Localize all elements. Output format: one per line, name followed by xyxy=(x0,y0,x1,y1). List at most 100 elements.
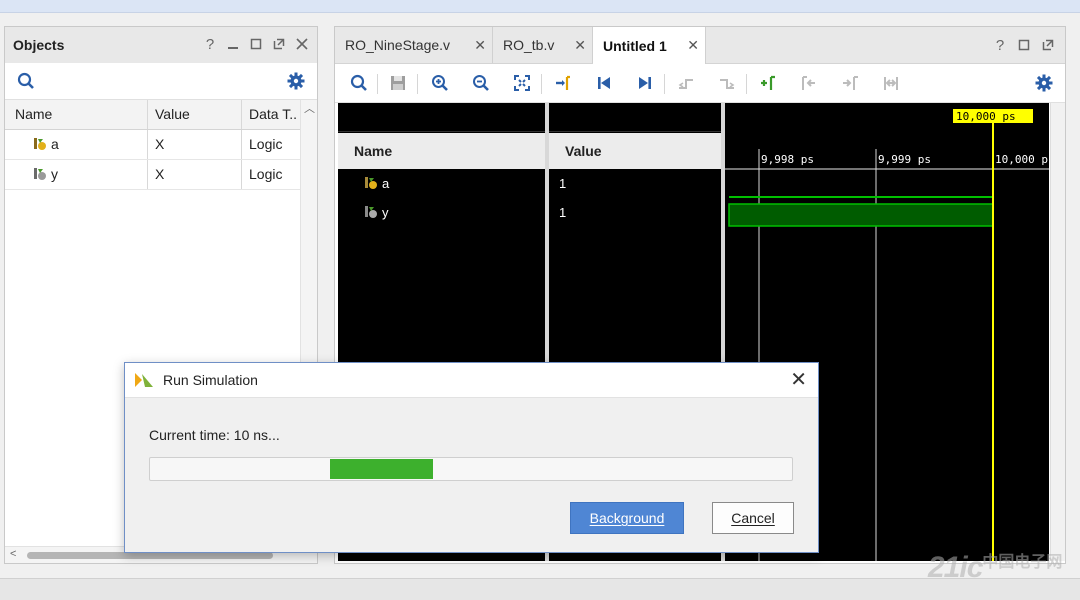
dialog-title-bar[interactable]: Run Simulation ✕ xyxy=(125,363,818,398)
object-name-cell: y xyxy=(33,166,58,182)
signal-value: 1 xyxy=(559,176,567,191)
column-separator[interactable] xyxy=(241,100,242,129)
cancel-button-label: Cancel xyxy=(731,510,775,526)
maximize-icon[interactable] xyxy=(249,35,263,53)
toolbar-separator xyxy=(746,74,747,94)
swap-cursors-icon[interactable] xyxy=(880,73,902,93)
scrollbar-thumb[interactable] xyxy=(27,552,273,559)
next-marker-icon[interactable] xyxy=(839,73,861,93)
waveform-vertical-scrollbar[interactable] xyxy=(1050,103,1065,561)
column-separator[interactable] xyxy=(147,100,148,129)
objects-toolbar xyxy=(5,63,317,100)
go-to-cursor-icon[interactable] xyxy=(552,73,574,93)
cancel-button[interactable]: Cancel xyxy=(712,502,794,534)
background-button[interactable]: Background xyxy=(570,502,684,534)
progress-fill xyxy=(330,459,433,479)
signal-y-waveform[interactable] xyxy=(728,203,994,227)
gear-icon[interactable] xyxy=(287,72,305,93)
objects-table-header: Name Value Data T.. xyxy=(5,100,301,130)
close-icon[interactable]: ✕ xyxy=(574,37,586,54)
signal-row[interactable]: a xyxy=(364,176,389,191)
object-name: a xyxy=(51,136,59,152)
simulation-status: Current time: 10 ns... xyxy=(149,427,280,443)
go-to-start-icon[interactable] xyxy=(593,73,615,93)
object-value: X xyxy=(155,166,165,182)
help-icon[interactable]: ? xyxy=(203,35,217,53)
objects-table: Name Value Data T.. a X Logic y X Logic xyxy=(5,100,301,190)
output-signal-icon xyxy=(34,168,46,180)
signal-row[interactable]: y xyxy=(364,205,389,220)
table-row[interactable]: y X Logic xyxy=(5,160,301,190)
tab-ro-ninestage[interactable]: RO_NineStage.v ✕ xyxy=(335,27,493,63)
waveform-toolbar xyxy=(335,64,1065,103)
column-header-name[interactable]: Name xyxy=(15,106,52,122)
value-column-header[interactable]: Value xyxy=(549,133,721,169)
previous-marker-icon[interactable] xyxy=(798,73,820,93)
input-signal-icon xyxy=(34,138,46,150)
scroll-up-icon[interactable]: ︿ xyxy=(304,100,315,116)
zoom-in-icon[interactable] xyxy=(429,73,451,93)
time-tick-label: 9,998 ps xyxy=(761,153,814,166)
dialog-title: Run Simulation xyxy=(163,372,258,388)
close-icon[interactable]: ✕ xyxy=(474,37,486,54)
time-tick-label: 9,999 ps xyxy=(878,153,931,166)
cursor-time-label: 10,000 ps xyxy=(956,110,1016,123)
toolbar-separator xyxy=(541,74,542,94)
value-column-top xyxy=(549,103,721,132)
next-transition-icon[interactable] xyxy=(716,73,738,93)
object-name-cell: a xyxy=(33,136,59,152)
tab-label: Untitled 1 xyxy=(603,37,667,54)
save-icon[interactable] xyxy=(387,73,409,93)
column-separator xyxy=(147,130,148,159)
scroll-left-icon[interactable]: < xyxy=(10,548,16,560)
signal-name: y xyxy=(382,205,389,220)
waveform-header-icons: ? xyxy=(993,36,1055,54)
value-header-label: Value xyxy=(565,143,602,159)
search-icon[interactable] xyxy=(17,72,35,93)
output-signal-icon xyxy=(365,206,377,218)
column-header-value[interactable]: Value xyxy=(155,106,190,122)
input-signal-icon xyxy=(365,177,377,189)
zoom-out-icon[interactable] xyxy=(470,73,492,93)
table-row[interactable]: a X Logic xyxy=(5,130,301,160)
time-tick-label: 10,000 p xyxy=(995,153,1048,166)
close-icon[interactable]: ✕ xyxy=(687,37,699,54)
column-separator xyxy=(241,160,242,189)
help-icon[interactable]: ? xyxy=(993,36,1007,54)
name-column-header[interactable]: Name xyxy=(338,133,545,169)
editor-tab-bar: RO_NineStage.v ✕ RO_tb.v ✕ Untitled 1 ✕ … xyxy=(335,27,1065,64)
close-icon[interactable]: ✕ xyxy=(790,370,807,390)
gear-icon[interactable] xyxy=(1033,73,1055,93)
signal-value: 1 xyxy=(559,205,567,220)
close-icon[interactable] xyxy=(295,35,309,53)
zoom-fit-icon[interactable] xyxy=(511,73,533,93)
name-header-label: Name xyxy=(354,143,393,159)
objects-panel-title: Objects xyxy=(13,37,65,53)
object-type: Logic xyxy=(249,166,283,182)
name-column-top xyxy=(338,103,545,132)
tab-untitled-1[interactable]: Untitled 1 ✕ xyxy=(593,27,706,64)
run-simulation-dialog: Run Simulation ✕ Current time: 10 ns... … xyxy=(124,362,819,553)
column-separator xyxy=(241,130,242,159)
go-to-end-icon[interactable] xyxy=(634,73,656,93)
previous-transition-icon[interactable] xyxy=(675,73,697,93)
tab-label: RO_NineStage.v xyxy=(345,37,451,53)
objects-panel-header: Objects ? xyxy=(5,27,317,64)
tab-label: RO_tb.v xyxy=(503,37,555,53)
object-type: Logic xyxy=(249,136,283,152)
watermark-logo: 21ic中国电子网 xyxy=(928,551,1063,584)
top-strip xyxy=(0,0,1080,13)
object-value: X xyxy=(155,136,165,152)
float-icon[interactable] xyxy=(272,35,286,53)
add-marker-icon[interactable] xyxy=(757,73,779,93)
float-icon[interactable] xyxy=(1041,36,1055,54)
object-name: y xyxy=(51,166,58,182)
status-strip xyxy=(0,578,1080,600)
column-separator xyxy=(147,160,148,189)
search-icon[interactable] xyxy=(348,73,370,93)
tab-ro-tb[interactable]: RO_tb.v ✕ xyxy=(493,27,593,63)
objects-header-icons: ? xyxy=(203,35,309,53)
minimize-icon[interactable] xyxy=(226,35,240,53)
maximize-icon[interactable] xyxy=(1017,36,1031,54)
column-header-data-type[interactable]: Data T.. xyxy=(249,106,297,122)
